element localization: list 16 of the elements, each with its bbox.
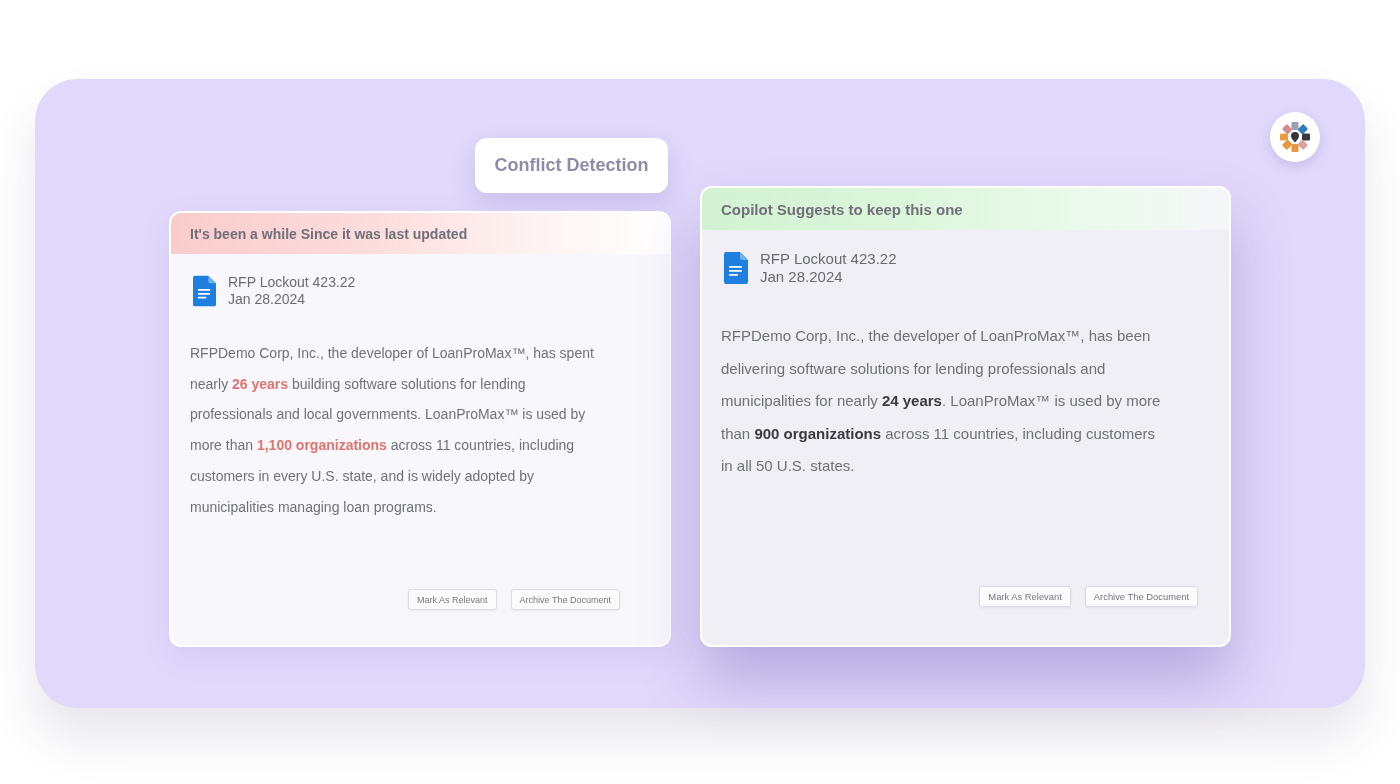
action-button[interactable]: Archive The Document <box>510 589 620 610</box>
description-text: RFPDemo Corp, Inc., the developer of LoanProMax™, has spent nearly 26 years building software solutions for lending professionals and local governments. LoanProMax™ is used by more than 1,100 organizations across 11 countries, including customers in every U.S. state, and is widely adopted by municipalities managing loan programs. <box>190 344 595 517</box>
description-text: RFPDemo Corp, Inc., the developer of LoanProMax™, has been delivering software solutions for lending professionals and municipalities for nearly 24 years. LoanProMax™ is used by more than 900 organizations across 11 countries, including customers in all 50 U.S. states. <box>721 326 1162 476</box>
banner-text: It's been a while Since it was last updated <box>190 225 468 242</box>
logo-icon <box>1270 112 1320 162</box>
section-title: Conflict Detection <box>475 138 668 193</box>
banner-text: Copilot Suggests to keep this one <box>721 200 963 218</box>
action-button[interactable]: Mark As Relevant <box>979 586 1071 607</box>
document-icon <box>724 251 748 285</box>
action-button[interactable]: Archive The Document <box>1084 586 1198 607</box>
document-icon <box>193 275 216 307</box>
document-title: RFP Lockout 423.22 <box>760 250 897 268</box>
document-date: Jan 28.2024 <box>760 268 844 286</box>
document-date: Jan 28.2024 <box>228 291 307 308</box>
document-title: RFP Lockout 423.22 <box>228 274 356 291</box>
action-button[interactable]: Mark As Relevant <box>408 589 497 610</box>
